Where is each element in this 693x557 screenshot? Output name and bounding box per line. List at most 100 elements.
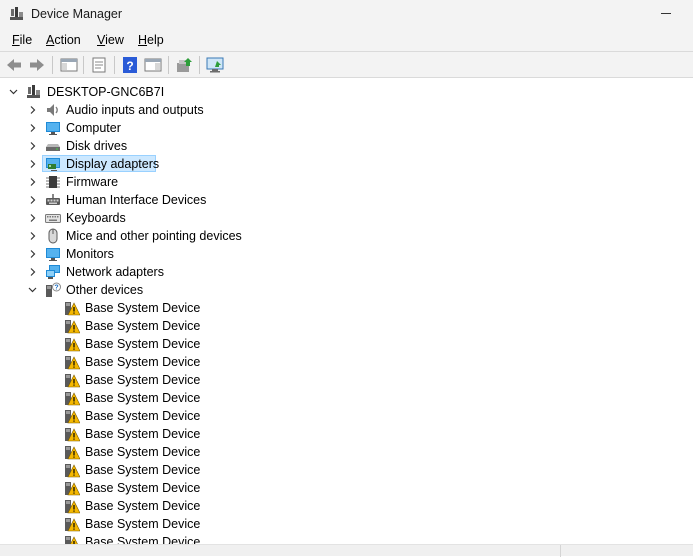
device-label: Base System Device — [85, 301, 201, 315]
chevron-right-icon[interactable] — [28, 263, 37, 281]
device-row[interactable]: Base System Device — [0, 479, 693, 497]
toolbar-separator — [199, 56, 200, 74]
warning-device-icon — [65, 464, 80, 478]
computer-root-icon — [27, 85, 40, 98]
toolbar-separator — [52, 56, 53, 74]
tree-category[interactable]: Disk drives — [0, 137, 693, 155]
speaker-icon — [47, 104, 58, 116]
chevron-right-icon[interactable] — [28, 245, 37, 263]
menu-bar: File Action View Help — [0, 30, 693, 51]
menu-file[interactable]: File — [12, 33, 32, 47]
scan-hardware-icon[interactable] — [205, 55, 225, 75]
help-icon[interactable]: ? — [120, 55, 140, 75]
device-label: Base System Device — [85, 373, 201, 387]
chip-icon — [46, 176, 60, 188]
device-row[interactable]: Base System Device — [0, 533, 693, 544]
chevron-right-icon[interactable] — [28, 137, 37, 155]
device-row[interactable]: Base System Device — [0, 371, 693, 389]
category-label: Audio inputs and outputs — [66, 103, 204, 117]
chevron-right-icon[interactable] — [28, 209, 37, 227]
category-label: Computer — [66, 121, 121, 135]
unknown-device-icon: ? — [46, 282, 61, 297]
chevron-right-icon[interactable] — [28, 155, 37, 173]
device-row[interactable]: Base System Device — [0, 425, 693, 443]
minimize-button[interactable] — [659, 4, 673, 22]
warning-device-icon — [65, 518, 80, 532]
device-row[interactable]: Base System Device — [0, 515, 693, 533]
chevron-right-icon[interactable] — [28, 101, 37, 119]
show-hide-console-tree-icon[interactable] — [59, 55, 79, 75]
action-pane-icon[interactable] — [143, 55, 163, 75]
warning-device-icon — [65, 302, 80, 316]
device-row[interactable]: Base System Device — [0, 335, 693, 353]
category-label: Human Interface Devices — [66, 193, 207, 207]
horizontal-scrollbar[interactable] — [0, 544, 693, 557]
warning-device-icon — [65, 338, 80, 352]
category-label: Monitors — [66, 247, 114, 261]
tree-root-label: DESKTOP-GNC6B7I — [47, 85, 165, 99]
tree-category[interactable]: Network adapters — [0, 263, 693, 281]
device-label: Base System Device — [85, 463, 201, 477]
chevron-right-icon[interactable] — [28, 191, 37, 209]
disk-drive-icon — [46, 144, 60, 151]
chevron-right-icon[interactable] — [28, 227, 37, 245]
tree-category[interactable]: Human Interface Devices — [0, 191, 693, 209]
warning-device-icon — [65, 320, 80, 334]
toolbar: ? — [0, 51, 693, 78]
warning-device-icon — [65, 482, 80, 496]
category-label: Display adapters — [66, 157, 160, 171]
tree-category[interactable]: Mice and other pointing devices — [0, 227, 693, 245]
device-label: Base System Device — [85, 445, 201, 459]
device-row[interactable]: Base System Device — [0, 353, 693, 371]
properties-icon[interactable] — [89, 55, 109, 75]
update-driver-icon[interactable] — [174, 55, 194, 75]
warning-device-icon — [65, 374, 80, 388]
device-label: Base System Device — [85, 481, 201, 495]
device-label: Base System Device — [85, 535, 201, 544]
chevron-down-icon[interactable] — [9, 83, 18, 101]
category-label: Keyboards — [66, 211, 126, 225]
keyboard-icon — [45, 214, 61, 223]
tree-category[interactable]: Firmware — [0, 173, 693, 191]
menu-action[interactable]: Action — [46, 33, 81, 47]
warning-device-icon — [65, 428, 80, 442]
tree-category[interactable]: Monitors — [0, 245, 693, 263]
category-label: Network adapters — [66, 265, 164, 279]
warning-device-icon — [65, 392, 80, 406]
device-label: Base System Device — [85, 319, 201, 333]
device-manager-icon — [10, 7, 23, 20]
monitor-icon — [46, 248, 60, 261]
device-row[interactable]: Base System Device — [0, 299, 693, 317]
menu-help[interactable]: Help — [138, 33, 164, 47]
device-row[interactable]: Base System Device — [0, 317, 693, 335]
menu-view[interactable]: View — [97, 33, 124, 47]
device-label: Base System Device — [85, 409, 201, 423]
device-row[interactable]: Base System Device — [0, 461, 693, 479]
device-label: Base System Device — [85, 355, 201, 369]
device-row[interactable]: Base System Device — [0, 443, 693, 461]
device-row[interactable]: Base System Device — [0, 407, 693, 425]
display-adapter-icon — [46, 158, 60, 171]
forward-arrow-icon[interactable] — [27, 55, 47, 75]
tree-category[interactable]: Computer — [0, 119, 693, 137]
chevron-down-icon[interactable] — [28, 281, 37, 299]
device-label: Base System Device — [85, 391, 201, 405]
chevron-right-icon[interactable] — [28, 119, 37, 137]
tree-root[interactable]: DESKTOP-GNC6B7I — [0, 83, 693, 101]
monitor-icon — [46, 122, 60, 135]
warning-device-icon — [65, 500, 80, 514]
device-row[interactable]: Base System Device — [0, 389, 693, 407]
chevron-right-icon[interactable] — [28, 173, 37, 191]
device-label: Base System Device — [85, 337, 201, 351]
back-arrow-icon[interactable] — [4, 55, 24, 75]
category-label: Disk drives — [66, 139, 128, 153]
category-label: Firmware — [66, 175, 119, 189]
tree-category-expanded[interactable]: ? Other devices — [0, 281, 693, 299]
device-row[interactable]: Base System Device — [0, 497, 693, 515]
tree-category-selected[interactable]: Display adapters — [0, 155, 693, 173]
hid-icon — [46, 194, 60, 205]
warning-device-icon — [65, 446, 80, 460]
device-tree[interactable]: DESKTOP-GNC6B7I Audio inputs and outputs… — [0, 78, 693, 544]
tree-category[interactable]: Audio inputs and outputs — [0, 101, 693, 119]
tree-category[interactable]: Keyboards — [0, 209, 693, 227]
